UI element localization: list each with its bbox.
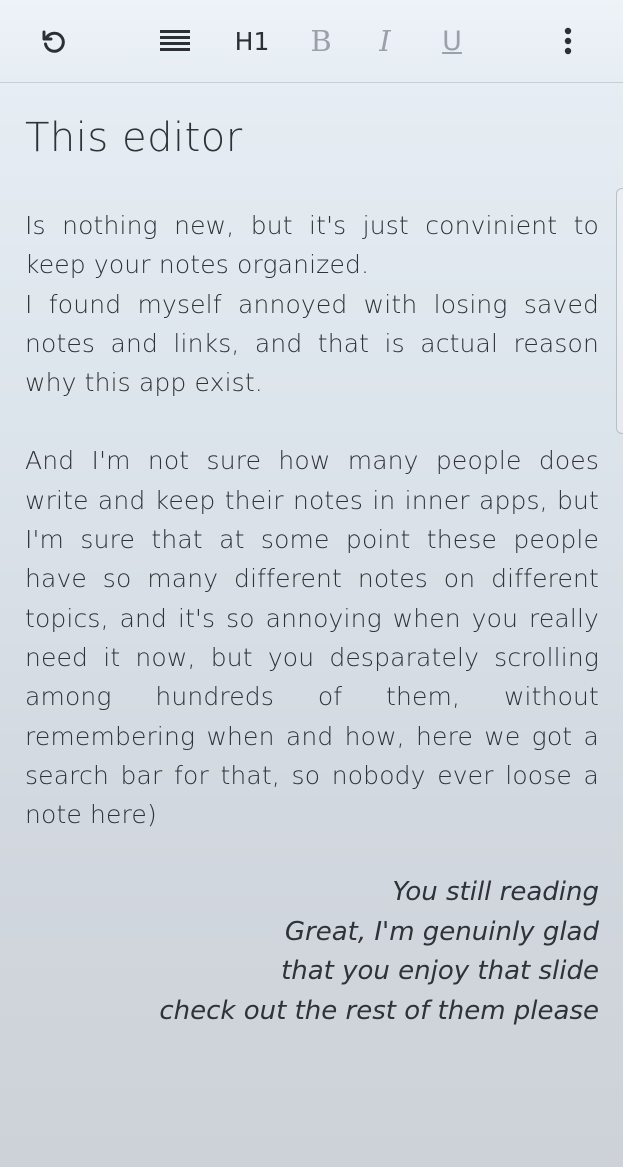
closing-line: You still reading (392, 877, 599, 908)
editor-content[interactable]: This editor Is nothing new, but it's jus… (25, 110, 599, 1031)
closing-line: check out the rest of them please (159, 995, 599, 1026)
paragraph-body[interactable]: And I'm not sure how many people does wr… (25, 441, 599, 834)
underline-button[interactable]: U (430, 20, 474, 62)
editor-toolbar: H1 B I U (0, 0, 623, 83)
align-justify-icon (160, 28, 190, 54)
note-title[interactable]: This editor (25, 110, 599, 166)
paragraph-intro-line: Is nothing new, but it's just convinient… (25, 211, 599, 280)
closing-quote[interactable]: You still reading Great, I'm genuinly gl… (25, 873, 599, 1031)
paragraph-intro-line: I found myself annoyed with losing saved… (25, 289, 599, 398)
align-button[interactable] (153, 20, 197, 62)
paragraph-intro-text: Is nothing new, but it's just convinient… (25, 206, 599, 402)
italic-button[interactable]: I (363, 20, 407, 62)
paragraph-intro[interactable]: Is nothing new, but it's just convinient… (25, 206, 599, 402)
closing-line: Great, I'm genuinly glad (284, 916, 599, 947)
closing-line: that you enjoy that slide (281, 956, 599, 987)
more-options-button[interactable] (546, 20, 590, 62)
undo-icon (40, 27, 68, 55)
heading-button[interactable]: H1 (230, 20, 274, 62)
undo-button[interactable] (32, 20, 76, 62)
more-vertical-icon (563, 27, 573, 55)
bold-button[interactable]: B (299, 20, 343, 62)
scrollbar-handle[interactable] (616, 188, 623, 434)
